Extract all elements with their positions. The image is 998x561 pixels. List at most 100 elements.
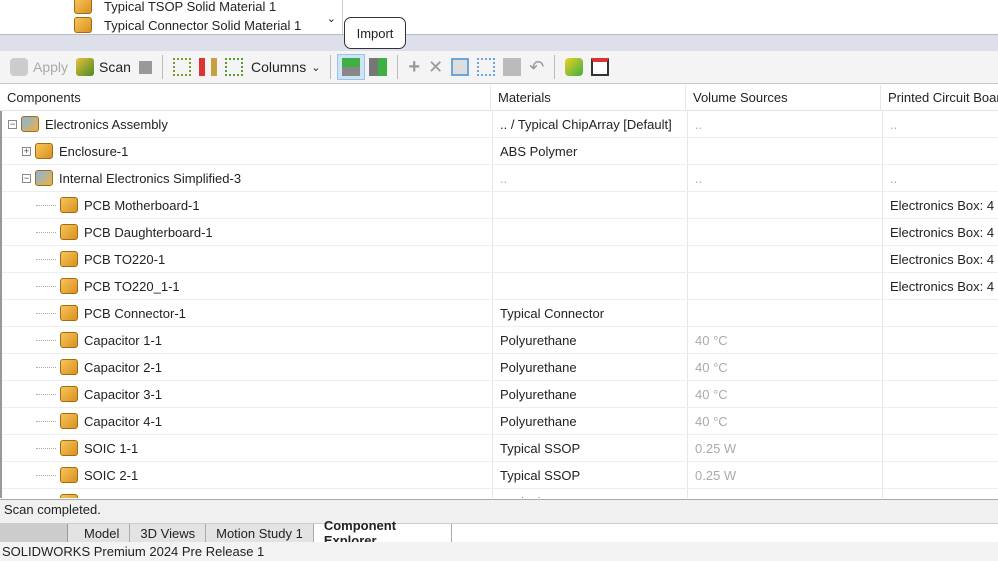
pcb-cell[interactable]	[882, 354, 998, 380]
volume-source-cell[interactable]: 40 °C	[687, 327, 882, 353]
component-name: Capacitor 3-1	[84, 386, 163, 402]
column-header-volume-sources[interactable]: Volume Sources	[685, 85, 880, 110]
pcb-cell[interactable]	[882, 381, 998, 407]
add-button[interactable]: +	[404, 54, 424, 80]
volume-source-cell[interactable]: 40 °C	[687, 381, 882, 407]
material-cell[interactable]: Polyurethane	[492, 408, 687, 434]
scan-button[interactable]: Scan	[72, 54, 135, 80]
tab-component-explorer[interactable]: Component Explorer	[313, 518, 452, 548]
copy-button[interactable]	[447, 54, 473, 80]
pcb-cell[interactable]: Electronics Box: 4 Layer	[882, 246, 998, 272]
columns-dropdown[interactable]: Columns ⌄	[247, 54, 324, 80]
table-row[interactable]: PCB Connector-1 Typical Connector	[2, 300, 998, 327]
material-cell[interactable]	[492, 273, 687, 299]
material-cell[interactable]: Typical SSOP	[492, 489, 687, 498]
table-row[interactable]: Capacitor 2-1 Polyurethane 40 °C	[2, 354, 998, 381]
export-button[interactable]	[365, 54, 391, 80]
pcb-cell[interactable]	[882, 138, 998, 164]
table-row[interactable]: SOIC 1-1 Typical SSOP 0.25 W	[2, 435, 998, 462]
table-row[interactable]: Capacitor 4-1 Polyurethane 40 °C	[2, 408, 998, 435]
pcb-cell[interactable]	[882, 300, 998, 326]
material-cell[interactable]: Polyurethane	[492, 327, 687, 353]
volume-source-cell[interactable]	[687, 138, 882, 164]
material-cell[interactable]	[492, 192, 687, 218]
table-row[interactable]: PCB Motherboard-1 Electronics Box: 4 Laye…	[2, 192, 998, 219]
feature-tree-area: Typical TSOP Solid Material 1 Typical Co…	[0, 0, 998, 34]
volume-source-cell[interactable]: ..	[687, 165, 882, 191]
column-header-pcb[interactable]: Printed Circuit Board	[880, 85, 998, 110]
tree-item[interactable]: Typical TSOP Solid Material 1	[74, 0, 276, 14]
tab-scroll-buttons[interactable]	[0, 524, 68, 542]
table-row[interactable]: − Electronics Assembly .. / Typical ChipAr…	[2, 111, 998, 138]
tab-3d-views[interactable]: 3D Views	[130, 524, 207, 542]
column-header-materials[interactable]: Materials	[490, 85, 685, 110]
collapse-tree-button[interactable]	[195, 54, 221, 80]
volume-source-cell[interactable]: 0.25 W	[687, 435, 882, 461]
tree-item[interactable]: Typical Connector Solid Material 1	[74, 17, 301, 33]
feature-tree[interactable]: Typical TSOP Solid Material 1 Typical Co…	[0, 0, 343, 34]
stop-button[interactable]	[135, 54, 156, 80]
tree-line	[36, 339, 56, 341]
apply-button[interactable]: Apply	[6, 54, 72, 80]
collapse-icon[interactable]: −	[8, 119, 17, 129]
material-cell[interactable]: ABS Polymer	[492, 138, 687, 164]
chevron-down-icon[interactable]: ⌄	[327, 12, 336, 25]
column-header-components[interactable]: Components	[0, 85, 490, 110]
divider	[161, 55, 163, 79]
volume-source-cell[interactable]: 0.25 W	[687, 489, 882, 498]
volume-source-cell[interactable]: 40 °C	[687, 354, 882, 380]
table-row[interactable]: SOIC 2-1 Typical SSOP 0.25 W	[2, 462, 998, 489]
volume-source-cell[interactable]: 0.25 W	[687, 462, 882, 488]
material-cell[interactable]: .. / Typical ChipArray [Default]	[492, 111, 687, 137]
pcb-cell[interactable]	[882, 408, 998, 434]
pcb-cell[interactable]	[882, 489, 998, 498]
table-row[interactable]: PCB Daughterboard-1 Electronics Box: 4 La…	[2, 219, 998, 246]
table-row[interactable]: Capacitor 3-1 Polyurethane 40 °C	[2, 381, 998, 408]
material-cell[interactable]	[492, 246, 687, 272]
table-row[interactable]: − Internal Electronics Simplified-3......	[2, 165, 998, 192]
table-row[interactable]: PCB TO220-1 Electronics Box: 4 Layer	[2, 246, 998, 273]
component-cell: Capacitor 1-1	[2, 327, 492, 353]
pcb-cell[interactable]	[882, 462, 998, 488]
pcb-cell[interactable]: Electronics Box: 4 Layer	[882, 273, 998, 299]
duplicate-button[interactable]	[473, 54, 499, 80]
report-button[interactable]	[587, 54, 613, 80]
paste-button[interactable]	[499, 54, 525, 80]
expand-tree-button[interactable]	[169, 54, 195, 80]
pcb-cell[interactable]: ..	[882, 165, 998, 191]
pcb-cell[interactable]	[882, 327, 998, 353]
table-row[interactable]: + Enclosure-1 ABS Polymer	[2, 138, 998, 165]
material-cell[interactable]: Typical Connector	[492, 300, 687, 326]
volume-source-cell[interactable]	[687, 219, 882, 245]
material-cell[interactable]: ..	[492, 165, 687, 191]
pcb-cell[interactable]: Electronics Box: 4 Layer	[882, 192, 998, 218]
volume-source-cell[interactable]	[687, 192, 882, 218]
pcb-cell[interactable]: Electronics Box: 4 Layer	[882, 219, 998, 245]
delete-button[interactable]: ✕	[424, 54, 447, 80]
tree-select-button[interactable]	[221, 54, 247, 80]
table-row[interactable]: PCB TO220_1-1 Electronics Box: 4 Layer	[2, 273, 998, 300]
material-cell[interactable]: Typical SSOP	[492, 462, 687, 488]
import-button[interactable]	[337, 54, 366, 80]
table-row[interactable]: SOIC 3-1 Typical SSOP0.25 W	[2, 489, 998, 498]
material-cell[interactable]	[492, 219, 687, 245]
tab-model[interactable]: Model	[68, 524, 131, 542]
assembly-icon	[21, 116, 39, 132]
volume-source-cell[interactable]: 40 °C	[687, 408, 882, 434]
pcb-cell[interactable]	[882, 435, 998, 461]
collapse-icon[interactable]: −	[22, 173, 31, 183]
materials-button[interactable]	[561, 54, 587, 80]
material-cell[interactable]: Polyurethane	[492, 354, 687, 380]
tab-motion-study[interactable]: Motion Study 1	[206, 524, 314, 542]
pcb-cell[interactable]: ..	[882, 111, 998, 137]
volume-source-cell[interactable]	[687, 273, 882, 299]
component-name: SOIC 1-1	[84, 440, 139, 456]
expand-icon[interactable]: +	[22, 146, 31, 156]
table-row[interactable]: Capacitor 1-1 Polyurethane 40 °C	[2, 327, 998, 354]
volume-source-cell[interactable]	[687, 300, 882, 326]
volume-source-cell[interactable]: ..	[687, 111, 882, 137]
material-cell[interactable]: Polyurethane	[492, 381, 687, 407]
undo-button[interactable]: ↶	[525, 54, 548, 80]
volume-source-cell[interactable]	[687, 246, 882, 272]
material-cell[interactable]: Typical SSOP	[492, 435, 687, 461]
